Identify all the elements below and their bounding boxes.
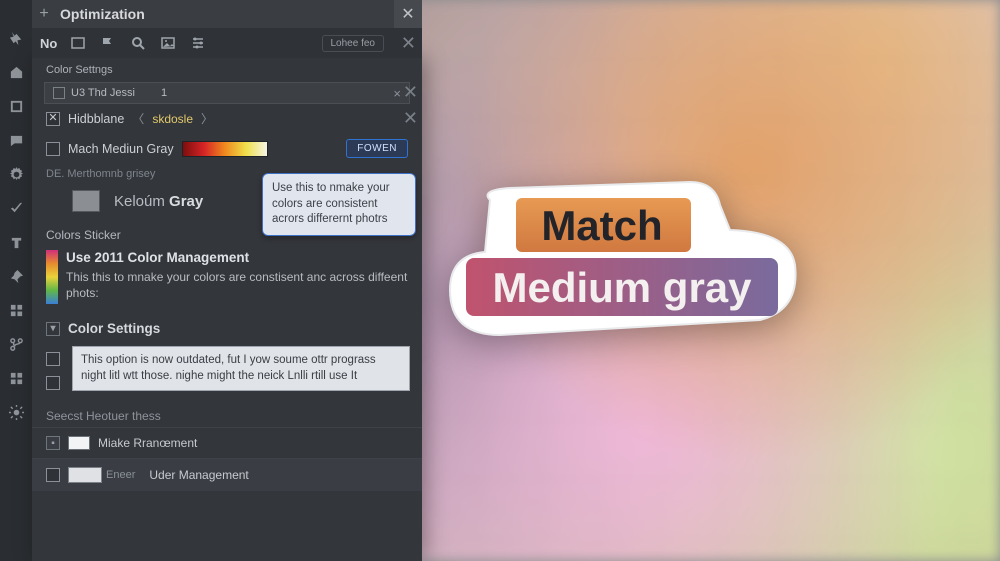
text-icon[interactable]: [8, 234, 24, 250]
branch-icon[interactable]: [8, 336, 24, 352]
sliders-icon[interactable]: [189, 34, 207, 52]
panel-close-1[interactable]: ✕: [403, 82, 418, 103]
enter-label: Eneer: [106, 469, 135, 481]
tooltip: Use this to nmake your colors are consis…: [262, 173, 416, 236]
option-label-mmg: Mach Mediun Gray: [68, 142, 174, 156]
checkbox-hidblane[interactable]: [46, 112, 60, 126]
option-row-match-medium-gray: Mach Mediun Gray FOWEN: [32, 133, 422, 164]
checkbox-mmg[interactable]: [46, 142, 60, 156]
sticker-line1: Match: [541, 202, 662, 249]
frame-icon[interactable]: [8, 98, 24, 114]
sun-icon[interactable]: [8, 404, 24, 420]
cs-head-label: Color Settings: [68, 321, 160, 336]
home-icon[interactable]: [8, 64, 24, 80]
panel-header: Color Settngs: [32, 58, 422, 82]
kelou-gray-label: Keloúm Gray: [114, 193, 203, 210]
option-label: Hidbblane: [68, 112, 124, 126]
rainbow-strip: [46, 250, 58, 304]
subtab-close-icon[interactable]: ×: [393, 86, 401, 101]
toolbar-pill[interactable]: Lohee feo: [322, 35, 385, 52]
uder-label: Uder Management: [149, 468, 248, 482]
bracket-open: 〈: [132, 110, 144, 127]
section-2-head: Seecst Heotuer thess: [32, 399, 422, 427]
subtab-count: 1: [161, 87, 167, 99]
pin-icon[interactable]: [8, 268, 24, 284]
check-icon[interactable]: [8, 200, 24, 216]
chevron-down-icon: ▾: [46, 322, 60, 336]
tab-title[interactable]: Optimization: [56, 6, 394, 22]
tab-close-button[interactable]: ✕: [394, 0, 422, 28]
subtab-label: U3 Thd Jessi: [71, 87, 135, 99]
enter-field[interactable]: [68, 467, 102, 483]
image-icon[interactable]: [159, 34, 177, 52]
outdated-note: This option is now outdated, fut I yow s…: [72, 346, 410, 391]
gear-icon[interactable]: [8, 166, 24, 182]
enter-row: Eneer Uder Management: [32, 458, 422, 491]
toolbar-close-icon[interactable]: ✕: [401, 33, 416, 54]
grid-icon[interactable]: [8, 302, 24, 318]
make-management-label: Miake Rranœment: [98, 436, 197, 450]
main-tab-bar: + Optimization ✕: [32, 0, 422, 28]
make-management-row: ▪ Miake Rranœment: [32, 427, 422, 458]
left-icon-rail: [0, 0, 32, 561]
toolbar: No Lohee feo ✕: [32, 28, 422, 58]
flag-icon[interactable]: [99, 34, 117, 52]
new-tab-button[interactable]: +: [32, 5, 56, 23]
run-icon[interactable]: [8, 30, 24, 46]
subtab-icon: [53, 87, 65, 99]
chat-icon[interactable]: [8, 132, 24, 148]
color-management-block: Use 2011 Color Management This this to m…: [32, 246, 422, 311]
enter-checkbox[interactable]: [46, 468, 60, 482]
panel-sub-tab[interactable]: U3 Thd Jessi 1 ×: [44, 82, 410, 104]
app-logo-text: No: [40, 36, 57, 51]
option-tag: skdosle: [152, 112, 193, 126]
cm-title: Use 2011 Color Management: [66, 250, 408, 265]
option-row-hidblane: Hidbblane 〈 skdosle 〉: [32, 104, 422, 133]
settings-panel: Color Settngs U3 Thd Jessi 1 × ✕ ✕ Hidbb…: [32, 58, 422, 561]
panel-close-2[interactable]: ✕: [403, 108, 418, 129]
spectrum-swatch[interactable]: [182, 141, 268, 157]
gray-swatch[interactable]: [72, 190, 100, 212]
cs-checkbox-1[interactable]: [46, 352, 60, 366]
panel-icon[interactable]: [69, 34, 87, 52]
search-icon[interactable]: [129, 34, 147, 52]
fowen-button[interactable]: FOWEN: [346, 139, 408, 158]
white-swatch[interactable]: [68, 436, 90, 450]
color-settings-section-head[interactable]: ▾ Color Settings: [32, 311, 422, 342]
cm-body: This this to mnake your colors are const…: [66, 269, 408, 301]
match-medium-gray-sticker: Match Medium gray: [430, 170, 810, 360]
bracket-close: 〉: [201, 110, 213, 127]
cs-checkbox-2[interactable]: [46, 376, 60, 390]
grid2-icon[interactable]: [8, 370, 24, 386]
sticker-line2: Medium gray: [492, 264, 752, 311]
expand-icon[interactable]: ▪: [46, 436, 60, 450]
